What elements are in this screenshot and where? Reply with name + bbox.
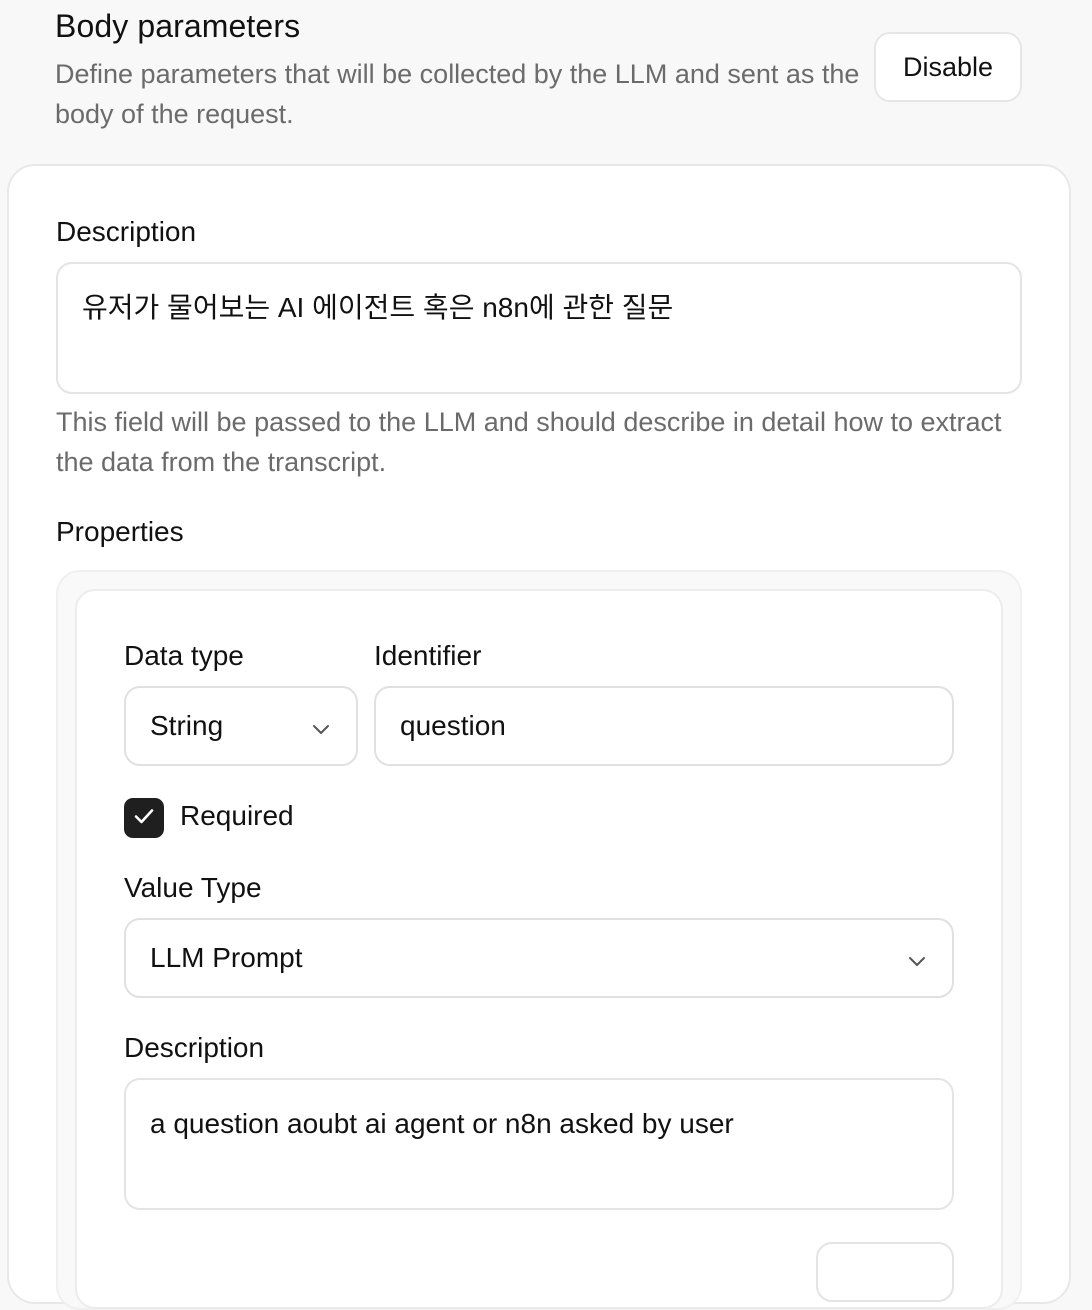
identifier-label: Identifier xyxy=(374,640,482,671)
property-description-textarea[interactable]: a question aoubt ai agent or n8n asked b… xyxy=(124,1078,954,1210)
description-label: Description xyxy=(56,216,197,247)
required-checkbox[interactable] xyxy=(124,798,164,838)
value-type-label: Value Type xyxy=(124,872,262,903)
identifier-value: question xyxy=(400,710,506,741)
description-help-text: This field will be passed to the LLM and… xyxy=(56,407,1002,477)
check-icon xyxy=(130,802,158,835)
data-type-label: Data type xyxy=(124,640,244,671)
property-description-text: a question aoubt ai agent or n8n asked b… xyxy=(150,1108,734,1139)
section-title: Body parameters xyxy=(55,8,301,44)
chevron-down-icon xyxy=(906,947,928,969)
section-subtitle: Define parameters that will be collected… xyxy=(55,59,860,129)
description-textarea[interactable]: 유저가 물어보는 AI 에이전트 혹은 n8n에 관한 질문 xyxy=(56,262,1022,394)
value-type-value: LLM Prompt xyxy=(150,942,303,973)
value-type-select[interactable]: LLM Prompt xyxy=(124,918,954,998)
identifier-input[interactable]: question xyxy=(374,686,954,766)
delete-property-button[interactable] xyxy=(816,1242,954,1302)
data-type-value: String xyxy=(150,710,224,741)
description-text: 유저가 물어보는 AI 에이전트 혹은 n8n에 관한 질문 xyxy=(82,292,674,323)
property-description-label: Description xyxy=(124,1032,265,1063)
properties-label: Properties xyxy=(56,516,184,547)
chevron-down-icon xyxy=(310,715,332,737)
disable-button[interactable]: Disable xyxy=(874,32,1022,102)
data-type-select[interactable]: String xyxy=(124,686,358,766)
required-label: Required xyxy=(180,800,294,831)
